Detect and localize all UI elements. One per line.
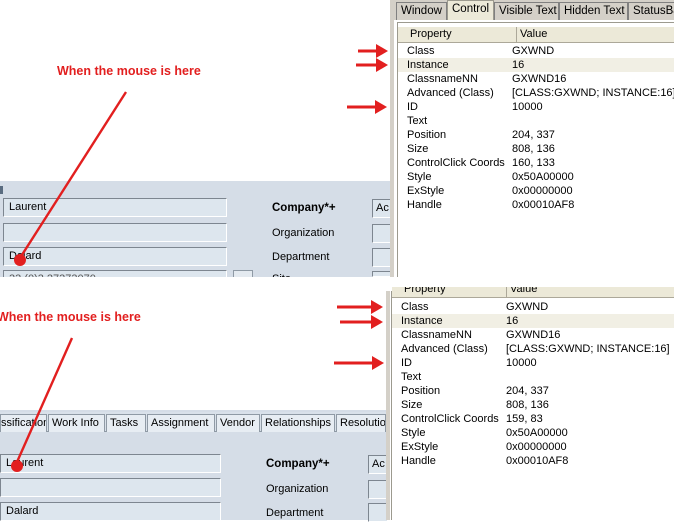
arrow-class-bottom	[337, 300, 383, 314]
arrow-instance-bottom	[340, 315, 383, 329]
pointer-line-bottom	[15, 337, 74, 463]
mouse-dot-bottom	[11, 460, 23, 472]
annotation-arrows-bottom	[11, 300, 384, 472]
arrow-id-bottom	[334, 356, 384, 370]
